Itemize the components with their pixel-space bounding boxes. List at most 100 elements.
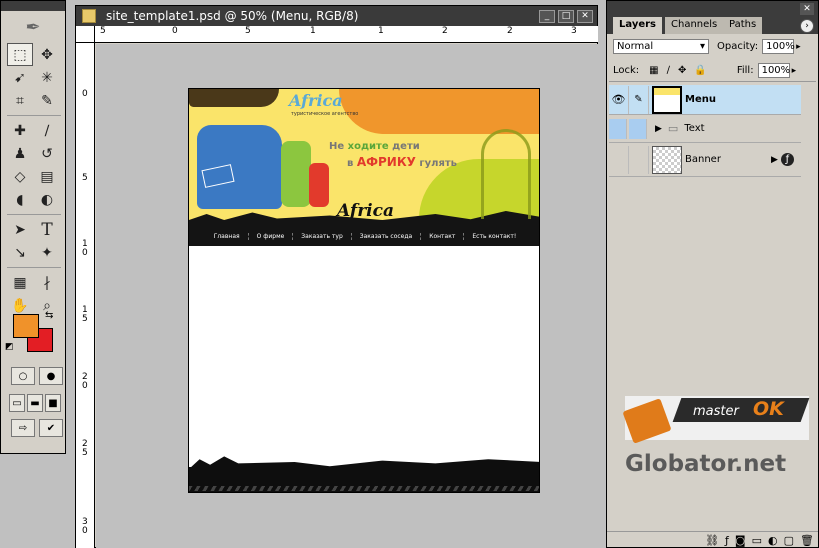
pen-tool-icon[interactable]: ↘	[7, 241, 33, 264]
opacity-input[interactable]: 100%	[762, 39, 795, 54]
site-logo[interactable]: Africa	[289, 91, 343, 110]
quick-mask-mode-button[interactable]: ●	[39, 367, 63, 385]
slogan-part: гулять	[415, 158, 457, 169]
edit-in-imageready-icon[interactable]: ✔	[39, 419, 63, 437]
tab-layers[interactable]: Layers	[613, 17, 662, 34]
foreground-color-swatch[interactable]	[13, 314, 39, 338]
crop-tool-icon[interactable]: ⌗	[7, 89, 33, 112]
slogan-part: Не	[329, 141, 348, 152]
panel-close-icon[interactable]: ✕	[800, 3, 814, 15]
footer-stripes	[189, 486, 539, 491]
layer-row-menu[interactable]: 👁 ✎ Menu	[609, 85, 801, 115]
hruler-mark: 1	[310, 26, 316, 36]
nav-item-order-neighbor[interactable]: Заказать соседа	[352, 232, 422, 240]
vruler-mark: 0	[82, 89, 88, 99]
lock-all-icon[interactable]: 🔒	[694, 65, 706, 76]
document-window: site_template1.psd @ 50% (Menu, RGB/8) _…	[75, 5, 598, 548]
site-template-canvas[interactable]: Africa туристическое агентство Не ходите…	[188, 88, 540, 493]
panel-menu-icon[interactable]: ›	[800, 19, 814, 33]
full-screen-menu-mode-button[interactable]: ▬	[27, 394, 43, 412]
minimize-button[interactable]: _	[539, 9, 555, 23]
clone-stamp-tool-icon[interactable]: ♟	[7, 142, 33, 165]
standard-mode-button[interactable]: ○	[11, 367, 35, 385]
blend-mode-select[interactable]: Normal ▾	[613, 39, 709, 54]
brush-icon[interactable]	[629, 145, 649, 174]
new-adjustment-layer-icon[interactable]: ◐	[768, 534, 778, 547]
custom-shape-tool-icon[interactable]: ✦	[34, 241, 60, 264]
toolbox-grip[interactable]	[1, 1, 65, 11]
lock-position-icon[interactable]: ✥	[678, 65, 686, 76]
healing-brush-tool-icon[interactable]: ✚	[7, 119, 33, 142]
eyedropper-tool-icon[interactable]: ∤	[34, 271, 60, 294]
slogan-part: дети	[388, 141, 420, 152]
add-mask-icon[interactable]: ◙	[735, 534, 746, 547]
jump-row: ⇨ ✔	[11, 419, 63, 437]
divider	[609, 81, 816, 82]
notes-tool-icon[interactable]: ▦	[7, 271, 33, 294]
standard-screen-mode-button[interactable]: ▭	[9, 394, 25, 412]
nav-item-have-contact[interactable]: Есть контакт!	[464, 233, 524, 240]
fill-slider-arrow-icon[interactable]: ▸	[792, 66, 797, 76]
nav-item-order-tour[interactable]: Заказать тур	[293, 232, 352, 240]
nav-item-home[interactable]: Главная	[206, 232, 249, 240]
maximize-button[interactable]: □	[558, 9, 574, 23]
brush-icon[interactable]: ✎	[629, 85, 649, 114]
expand-arrow-icon[interactable]: ▶	[655, 124, 662, 134]
close-button[interactable]: ✕	[577, 9, 593, 23]
nav-item-about[interactable]: О фирме	[249, 232, 294, 240]
document-titlebar[interactable]: site_template1.psd @ 50% (Menu, RGB/8) _…	[76, 6, 597, 26]
eraser-tool-icon[interactable]: ◇	[7, 165, 33, 188]
lasso-tool-icon[interactable]: ➹	[7, 66, 33, 89]
lock-fill-row: Lock: ▦ ∕ ✥ 🔒 Fill: 100% ▸	[607, 63, 818, 78]
canvas-area[interactable]: Africa туристическое агентство Не ходите…	[96, 44, 598, 548]
history-brush-tool-icon[interactable]: ↺	[34, 142, 60, 165]
psd-file-icon	[82, 9, 96, 23]
new-layer-icon[interactable]: ▢	[784, 534, 794, 547]
opacity-slider-arrow-icon[interactable]: ▸	[796, 42, 801, 52]
hruler-mark: 1	[378, 26, 384, 36]
lock-pixels-icon[interactable]: ∕	[667, 65, 670, 76]
move-tool-icon[interactable]: ✥	[34, 43, 60, 66]
chevron-down-icon: ▾	[699, 41, 705, 52]
tab-channels[interactable]: Channels	[665, 17, 724, 34]
expand-arrow-icon[interactable]: ▶	[771, 155, 778, 165]
link-layers-icon[interactable]: ⛓	[705, 534, 719, 547]
default-colors-icon[interactable]: ◩	[5, 342, 14, 352]
lock-transparency-icon[interactable]: ▦	[649, 65, 658, 76]
toolbox-divider	[7, 267, 61, 268]
layer-row-banner[interactable]: Banner ▶ ƒ	[609, 143, 801, 177]
layer-style-icon[interactable]: ƒ	[780, 153, 794, 166]
type-tool-icon[interactable]: T	[34, 218, 60, 241]
ruler-origin[interactable]	[76, 26, 95, 43]
full-screen-mode-button[interactable]: ■	[45, 394, 61, 412]
nav-item-contact[interactable]: Контакт	[421, 232, 465, 240]
slice-tool-icon[interactable]: ✎	[34, 89, 60, 112]
path-selection-tool-icon[interactable]: ➤	[7, 218, 33, 241]
link-icon[interactable]	[629, 118, 647, 139]
marquee-tool-icon[interactable]: ⬚	[7, 43, 33, 66]
hruler-mark: 3	[571, 26, 577, 36]
magic-wand-tool-icon[interactable]: ✳	[34, 66, 60, 89]
blend-opacity-row: Normal ▾ Opacity: 100% ▸	[607, 39, 818, 54]
eye-icon[interactable]: 👁	[609, 85, 629, 114]
tab-paths[interactable]: Paths	[723, 17, 763, 34]
jump-to-imageready-button[interactable]: ⇨	[11, 419, 35, 437]
vruler-mark: 1 0	[82, 239, 88, 258]
new-group-icon[interactable]: ▭	[752, 534, 762, 547]
hruler-mark: 2	[507, 26, 513, 36]
eye-icon[interactable]	[609, 145, 629, 174]
eye-icon[interactable]	[609, 118, 627, 139]
brush-tool-icon[interactable]: ∕	[34, 119, 60, 142]
delete-layer-icon[interactable]: 🗑	[800, 534, 814, 547]
swap-colors-icon[interactable]: ⇆	[45, 310, 53, 321]
add-layer-style-icon[interactable]: ƒ	[725, 534, 729, 547]
layer-row-text-group[interactable]: ▶ ▭ Text	[609, 115, 801, 143]
watermark-brand2: OK	[753, 398, 784, 420]
blur-tool-icon[interactable]: ◖	[7, 188, 33, 211]
dodge-tool-icon[interactable]: ◐	[34, 188, 60, 211]
vruler-mark: 3 0	[82, 517, 88, 536]
layer-thumbnail	[652, 145, 682, 174]
orange-wave	[339, 89, 539, 134]
gradient-tool-icon[interactable]: ▤	[34, 165, 60, 188]
fill-input[interactable]: 100%	[757, 63, 790, 78]
